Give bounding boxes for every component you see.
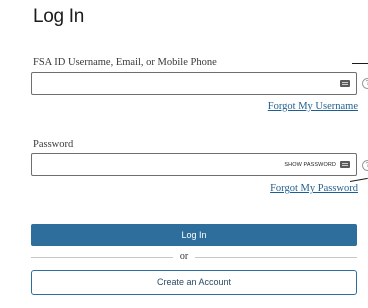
forgot-password-link[interactable]: Forgot My Password: [270, 183, 358, 194]
callout-line: [352, 63, 368, 64]
password-input[interactable]: SHOW PASSWORD: [31, 153, 357, 176]
callout-line: [349, 177, 368, 182]
show-password-button[interactable]: SHOW PASSWORD: [284, 162, 336, 168]
username-input[interactable]: [31, 72, 357, 95]
keyboard-icon[interactable]: [340, 161, 350, 168]
login-button[interactable]: Log In: [31, 224, 357, 246]
username-label: FSA ID Username, Email, or Mobile Phone: [33, 57, 217, 68]
password-help-icon[interactable]: ?: [362, 160, 368, 171]
forgot-username-link[interactable]: Forgot My Username: [268, 101, 358, 112]
divider-right: [195, 257, 357, 258]
keyboard-icon[interactable]: [340, 80, 350, 87]
username-help-icon[interactable]: ?: [362, 78, 368, 89]
page-title: Log In: [33, 6, 85, 27]
password-label: Password: [33, 139, 74, 150]
create-account-button[interactable]: Create an Account: [31, 270, 357, 295]
